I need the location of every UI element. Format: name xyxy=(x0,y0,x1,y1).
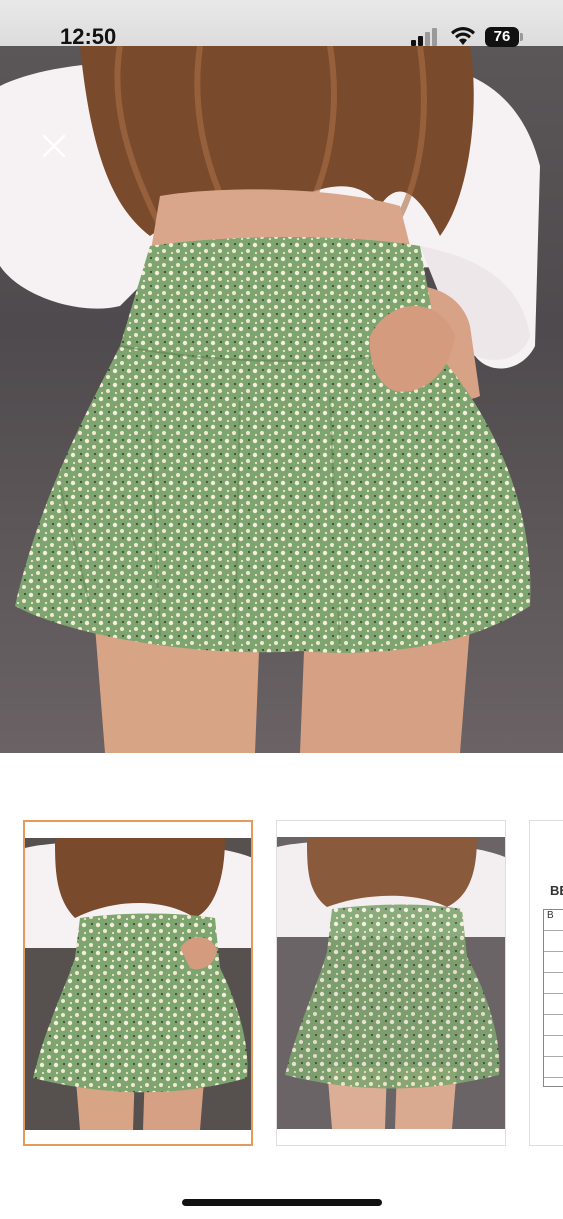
size-chart-row xyxy=(544,994,563,1015)
size-chart-table: B xyxy=(543,909,563,1087)
hero-illustration xyxy=(0,46,540,753)
status-bar: 12:50 76 xyxy=(0,0,563,49)
size-chart-row xyxy=(544,1036,563,1057)
size-chart-row xyxy=(544,1057,563,1078)
close-button[interactable] xyxy=(38,130,70,162)
thumbnail-1-image xyxy=(25,838,251,1130)
home-indicator[interactable] xyxy=(182,1199,382,1206)
battery-tip xyxy=(520,33,523,41)
size-chart-title: BE xyxy=(550,883,563,898)
size-chart-row xyxy=(544,973,563,994)
size-chart-row xyxy=(544,1015,563,1036)
size-chart-header: B xyxy=(544,910,563,931)
battery-icon: 76 xyxy=(485,27,519,47)
thumbnail-1[interactable] xyxy=(23,820,253,1146)
signal-icon xyxy=(411,28,437,46)
thumbnail-3-size-chart[interactable]: BE B xyxy=(529,820,563,1146)
size-chart-row xyxy=(544,952,563,973)
wifi-icon xyxy=(451,27,475,45)
thumbnail-2-image xyxy=(277,837,505,1129)
product-hero-image[interactable] xyxy=(0,46,563,753)
battery-level: 76 xyxy=(493,28,511,45)
thumbnail-strip[interactable]: BE B xyxy=(0,820,563,1148)
close-icon xyxy=(42,134,66,158)
status-time: 12:50 xyxy=(60,24,117,49)
thumbnail-2[interactable] xyxy=(276,820,506,1146)
size-chart-row xyxy=(544,931,563,952)
